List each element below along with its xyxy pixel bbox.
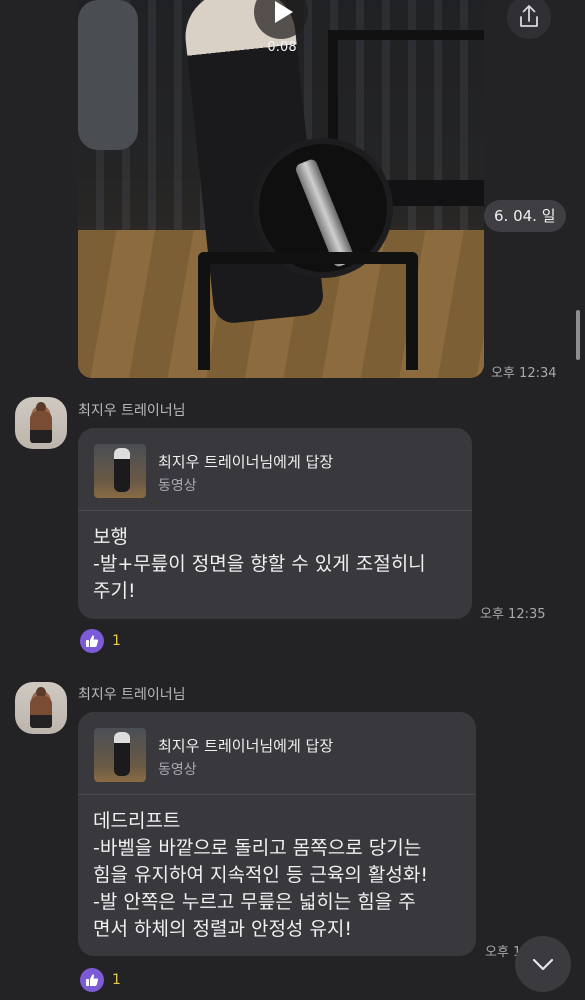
scrollbar[interactable] [576,310,580,360]
scroll-to-bottom-button[interactable] [515,936,571,992]
chevron-down-icon [532,958,554,971]
reply-type: 동영상 [158,762,197,778]
message-bubble[interactable]: 최지우 트레이너님에게 답장 동영상 데드리프트 -바벨을 바깥으로 돌리고 몸… [78,712,476,956]
reaction-count: 1 [112,633,121,649]
message-time: 오후 12:35 [480,607,546,622]
reply-divider [78,794,476,795]
reply-thumbnail [94,728,146,782]
avatar[interactable] [15,682,67,734]
reply-type: 동영상 [158,478,197,494]
reaction[interactable]: 1 [80,967,121,993]
message-text: 데드리프트 -바벨을 바깥으로 돌리고 몸쪽으로 당기는 힘을 유지하여 지속적… [93,810,428,940]
message-text: 보행 -발+무릎이 정면을 향할 수 있게 조절히니 주기! [93,526,426,602]
date-divider: 6. 04. 일 [484,200,566,232]
reaction-count: 1 [112,972,121,988]
avatar[interactable] [15,397,67,449]
reaction[interactable]: 1 [80,628,121,654]
video-background-person [78,0,138,150]
sender-name: 최지우 트레이너님 [78,687,186,703]
message-time: 오후 12:34 [491,366,557,381]
reply-title: 최지우 트레이너님에게 답장 [158,737,334,755]
video-frame [198,252,418,370]
avatar-body [30,411,52,443]
share-button[interactable] [507,0,551,39]
video-duration: 0:08 [267,40,297,55]
video-message[interactable] [78,0,484,378]
avatar-body [30,696,52,728]
reply-divider [78,510,472,511]
share-icon [520,5,538,27]
video-rack-bar [378,180,484,206]
reply-title: 최지우 트레이너님에게 답장 [158,453,334,471]
thumbs-up-icon [80,968,104,992]
message-bubble[interactable]: 최지우 트레이너님에게 답장 동영상 보행 -발+무릎이 정면을 향할 수 있게… [78,428,472,619]
reply-thumbnail [94,444,146,498]
thumbs-up-icon [80,629,104,653]
sender-name: 최지우 트레이너님 [78,403,186,419]
